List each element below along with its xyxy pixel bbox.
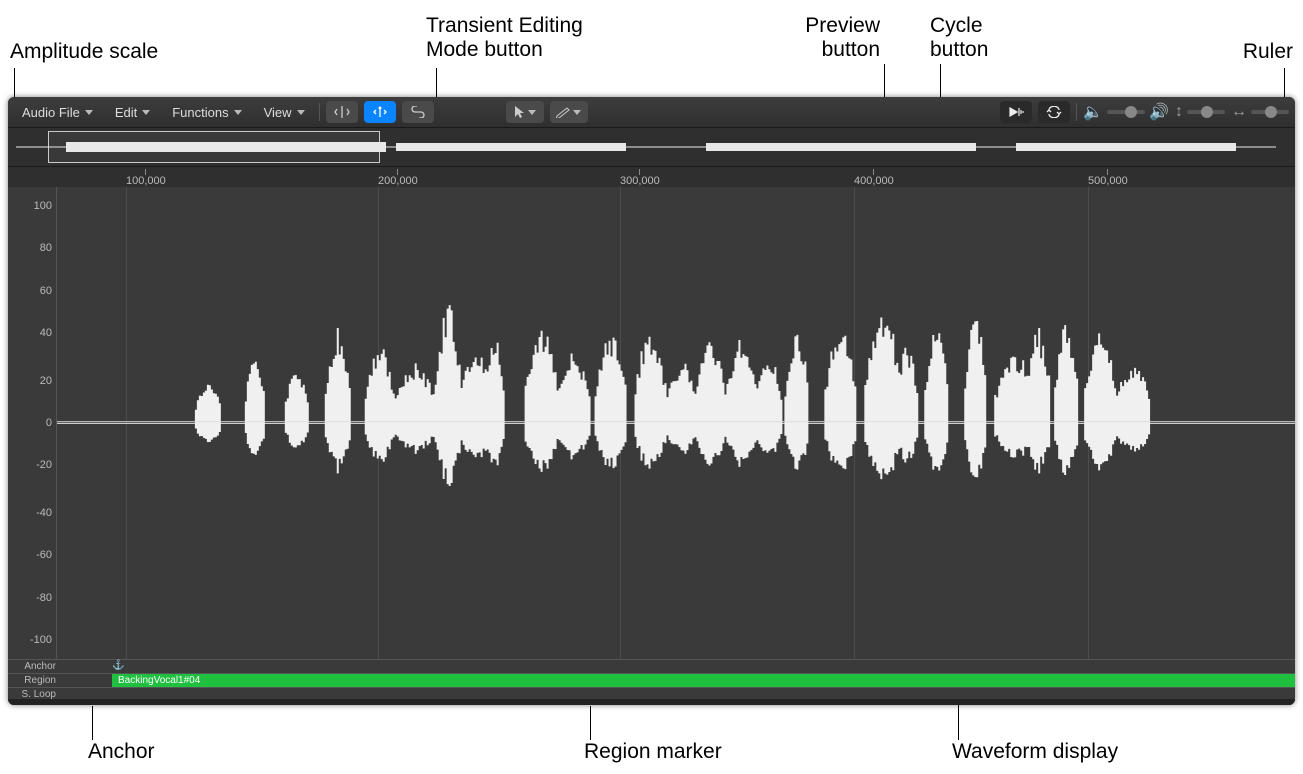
chevron-down-icon xyxy=(85,110,93,115)
amp-tick: -40 xyxy=(36,507,52,519)
overview-strip[interactable] xyxy=(8,128,1295,167)
cycle-button[interactable] xyxy=(1038,101,1070,123)
ruler-tick: 500,000 xyxy=(1088,175,1128,187)
callout-transient: Transient Editing Mode button xyxy=(426,14,583,62)
speaker-high-icon: 🔊 xyxy=(1149,102,1169,122)
transient-editing-button[interactable] xyxy=(326,101,358,123)
chevron-down-icon xyxy=(297,110,305,115)
amp-tick: -20 xyxy=(36,459,52,471)
chevron-down-icon xyxy=(528,110,536,115)
menu-edit[interactable]: Edit xyxy=(107,102,158,123)
callout-anchor: Anchor xyxy=(88,740,155,764)
amp-tick: -100 xyxy=(30,634,52,646)
callout-amplitude: Amplitude scale xyxy=(10,40,158,64)
amp-tick: 20 xyxy=(40,375,52,387)
ruler-tick: 300,000 xyxy=(620,175,660,187)
chevron-down-icon xyxy=(573,110,581,115)
region-marker[interactable]: BackingVocal1#04 xyxy=(112,674,1295,687)
horizontal-scrollbar[interactable] xyxy=(8,699,1295,705)
menu-label: Audio File xyxy=(22,105,80,120)
amp-tick: 80 xyxy=(40,242,52,254)
amp-tick: 100 xyxy=(34,200,52,212)
menu-label: Functions xyxy=(172,105,228,120)
ruler-tick: 200,000 xyxy=(378,175,418,187)
separator xyxy=(319,103,320,121)
menu-view[interactable]: View xyxy=(256,102,313,123)
horizontal-zoom-slider[interactable]: ↔ xyxy=(1231,103,1289,121)
anchor-marker[interactable]: ⚓ xyxy=(112,660,124,671)
amp-tick: 40 xyxy=(40,327,52,339)
amp-tick: 0 xyxy=(46,417,52,429)
pencil-tool[interactable] xyxy=(550,101,588,123)
chevron-down-icon xyxy=(142,110,150,115)
audio-file-editor: Audio File Edit Functions View 🔈 🔊 ↕ ↔ xyxy=(8,97,1295,705)
callout-cycle: Cycle button xyxy=(930,14,988,62)
menu-label: View xyxy=(264,105,292,120)
volume-slider[interactable]: 🔈 🔊 xyxy=(1083,102,1169,122)
callout-waveform-display: Waveform display xyxy=(952,740,1118,764)
separator xyxy=(1076,103,1077,121)
link-button[interactable] xyxy=(402,101,434,123)
preview-button[interactable] xyxy=(1000,101,1032,123)
callout-region-marker: Region marker xyxy=(584,740,722,764)
callout-ruler: Ruler xyxy=(1243,40,1293,64)
region-lane: Region BackingVocal1#04 xyxy=(8,673,1295,687)
region-lane-label: Region xyxy=(8,675,60,686)
ruler-tick: 100,000 xyxy=(126,175,166,187)
region-name: BackingVocal1#04 xyxy=(118,675,200,686)
menu-functions[interactable]: Functions xyxy=(164,102,249,123)
amp-tick: -60 xyxy=(36,549,52,561)
pointer-tool[interactable] xyxy=(506,101,544,123)
main-waveform xyxy=(56,187,1295,657)
bottom-track-lanes: Anchor ⚓ Region BackingVocal1#04 S. Loop xyxy=(8,659,1295,699)
amp-tick: 60 xyxy=(40,285,52,297)
overview-waveform xyxy=(16,134,1276,160)
callout-preview: Preview button xyxy=(800,14,880,62)
vertical-zoom-slider[interactable]: ↕ xyxy=(1175,103,1225,121)
anchor-lane-label: Anchor xyxy=(8,661,60,672)
amplitude-scale: 100 80 60 40 20 0 -20 -40 -60 -80 -100 xyxy=(8,187,57,659)
menu-label: Edit xyxy=(115,105,137,120)
flex-button[interactable] xyxy=(364,101,396,123)
editor-toolbar: Audio File Edit Functions View 🔈 🔊 ↕ ↔ xyxy=(8,97,1295,128)
anchor-lane: Anchor ⚓ xyxy=(8,659,1295,673)
chevron-down-icon xyxy=(234,110,242,115)
amp-tick: -80 xyxy=(36,592,52,604)
waveform-display[interactable]: 100 80 60 40 20 0 -20 -40 -60 -80 -100 xyxy=(8,187,1295,659)
ruler-tick: 400,000 xyxy=(854,175,894,187)
arrows-horizontal-icon: ↔ xyxy=(1231,103,1247,121)
menu-audio-file[interactable]: Audio File xyxy=(14,102,101,123)
arrows-vertical-icon: ↕ xyxy=(1175,103,1183,121)
speaker-low-icon: 🔈 xyxy=(1083,102,1103,122)
